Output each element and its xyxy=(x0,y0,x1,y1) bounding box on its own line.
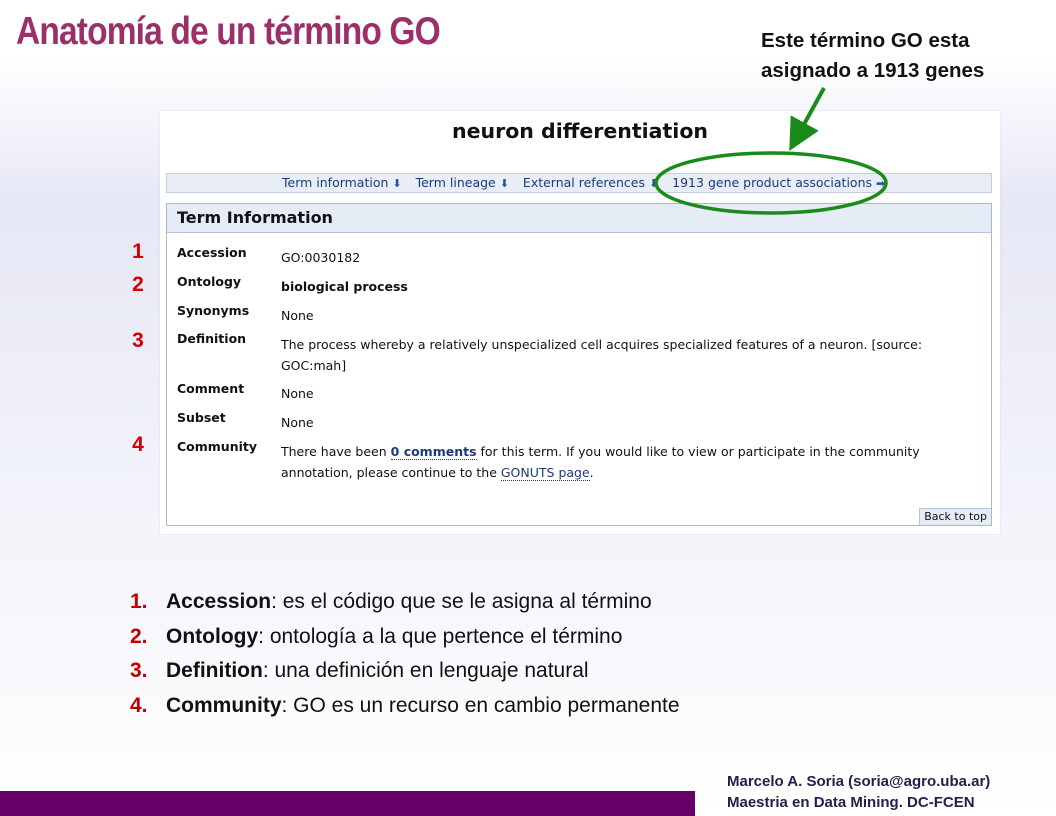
ontology-value: biological process xyxy=(281,279,408,294)
nav-term-lineage[interactable]: Term lineage ⬇ xyxy=(416,175,509,190)
footer-author: Marcelo A. Soria (soria@agro.uba.ar) xyxy=(727,773,991,790)
term-name-heading: neuron differentiation xyxy=(452,119,708,143)
subset-value: None xyxy=(281,415,314,430)
note-item: 1. Accession: es el código que se le asig… xyxy=(130,590,652,613)
arrow-down-icon: ⬇ xyxy=(392,177,402,190)
subset-label: Subset xyxy=(177,410,226,425)
callout-line-1: Este término GO esta xyxy=(761,29,970,52)
gonuts-link[interactable]: GONUTS page xyxy=(500,465,590,481)
marker-definition: 3 xyxy=(132,329,144,352)
arrow-right-icon: ➡ xyxy=(875,177,886,190)
comment-label: Comment xyxy=(177,381,245,396)
panel-title: Term Information xyxy=(177,208,333,227)
footer-course: Maestria en Data Mining. DC-FCEN xyxy=(727,794,975,811)
callout-text: Este término GO esta asignado a 1913 gen… xyxy=(761,26,1051,86)
panel-header: Term Information xyxy=(167,204,991,233)
marker-community: 4 xyxy=(132,433,144,456)
nav-gene-product-associations[interactable]: 1913 gene product associations ➡ xyxy=(672,175,885,190)
definition-value: The process whereby a relatively unspeci… xyxy=(281,337,923,373)
accession-value: GO:0030182 xyxy=(281,250,361,265)
footer-credits: Marcelo A. Soria (soria@agro.uba.ar) Mae… xyxy=(727,771,990,813)
note-item: 3. Definition: una definición en lenguaje… xyxy=(130,659,589,682)
ontology-label: Ontology xyxy=(177,274,242,289)
callout-line-2: asignado a 1913 genes xyxy=(761,59,985,82)
term-nav-bar: Term information ⬇ Term lineage ⬇ Extern… xyxy=(166,173,992,193)
notes-list: 1. Accession: es el código que se le asig… xyxy=(130,585,680,723)
nav-external-references[interactable]: External references ⬇ xyxy=(523,175,658,190)
footer-bar xyxy=(0,791,695,816)
comments-link[interactable]: 0 comments xyxy=(390,444,477,460)
term-information-panel: Term Information Accession GO:0030182 On… xyxy=(166,203,992,526)
community-label: Community xyxy=(177,439,258,454)
arrow-down-icon: ⬇ xyxy=(648,177,659,190)
arrow-down-icon: ⬇ xyxy=(499,177,509,190)
slide-title: Anatomía de un término GO xyxy=(16,10,441,53)
accession-label: Accession xyxy=(177,245,247,260)
marker-ontology: 2 xyxy=(132,273,144,296)
note-item: 4. Community: GO es un recurso en cambio … xyxy=(130,693,680,717)
definition-label: Definition xyxy=(177,331,247,346)
community-value: There have been 0 comments for this term… xyxy=(281,444,920,481)
go-term-screenshot: neuron differentiation Term information … xyxy=(160,111,1000,534)
nav-term-information[interactable]: Term information ⬇ xyxy=(282,175,402,190)
note-item: 2. Ontology: ontología a la que pertence … xyxy=(130,624,623,648)
synonyms-label: Synonyms xyxy=(177,303,250,318)
back-to-top-link[interactable]: Back to top xyxy=(919,508,991,525)
comment-value: None xyxy=(281,386,314,401)
marker-accession: 1 xyxy=(132,240,144,263)
synonyms-value: None xyxy=(281,308,314,323)
